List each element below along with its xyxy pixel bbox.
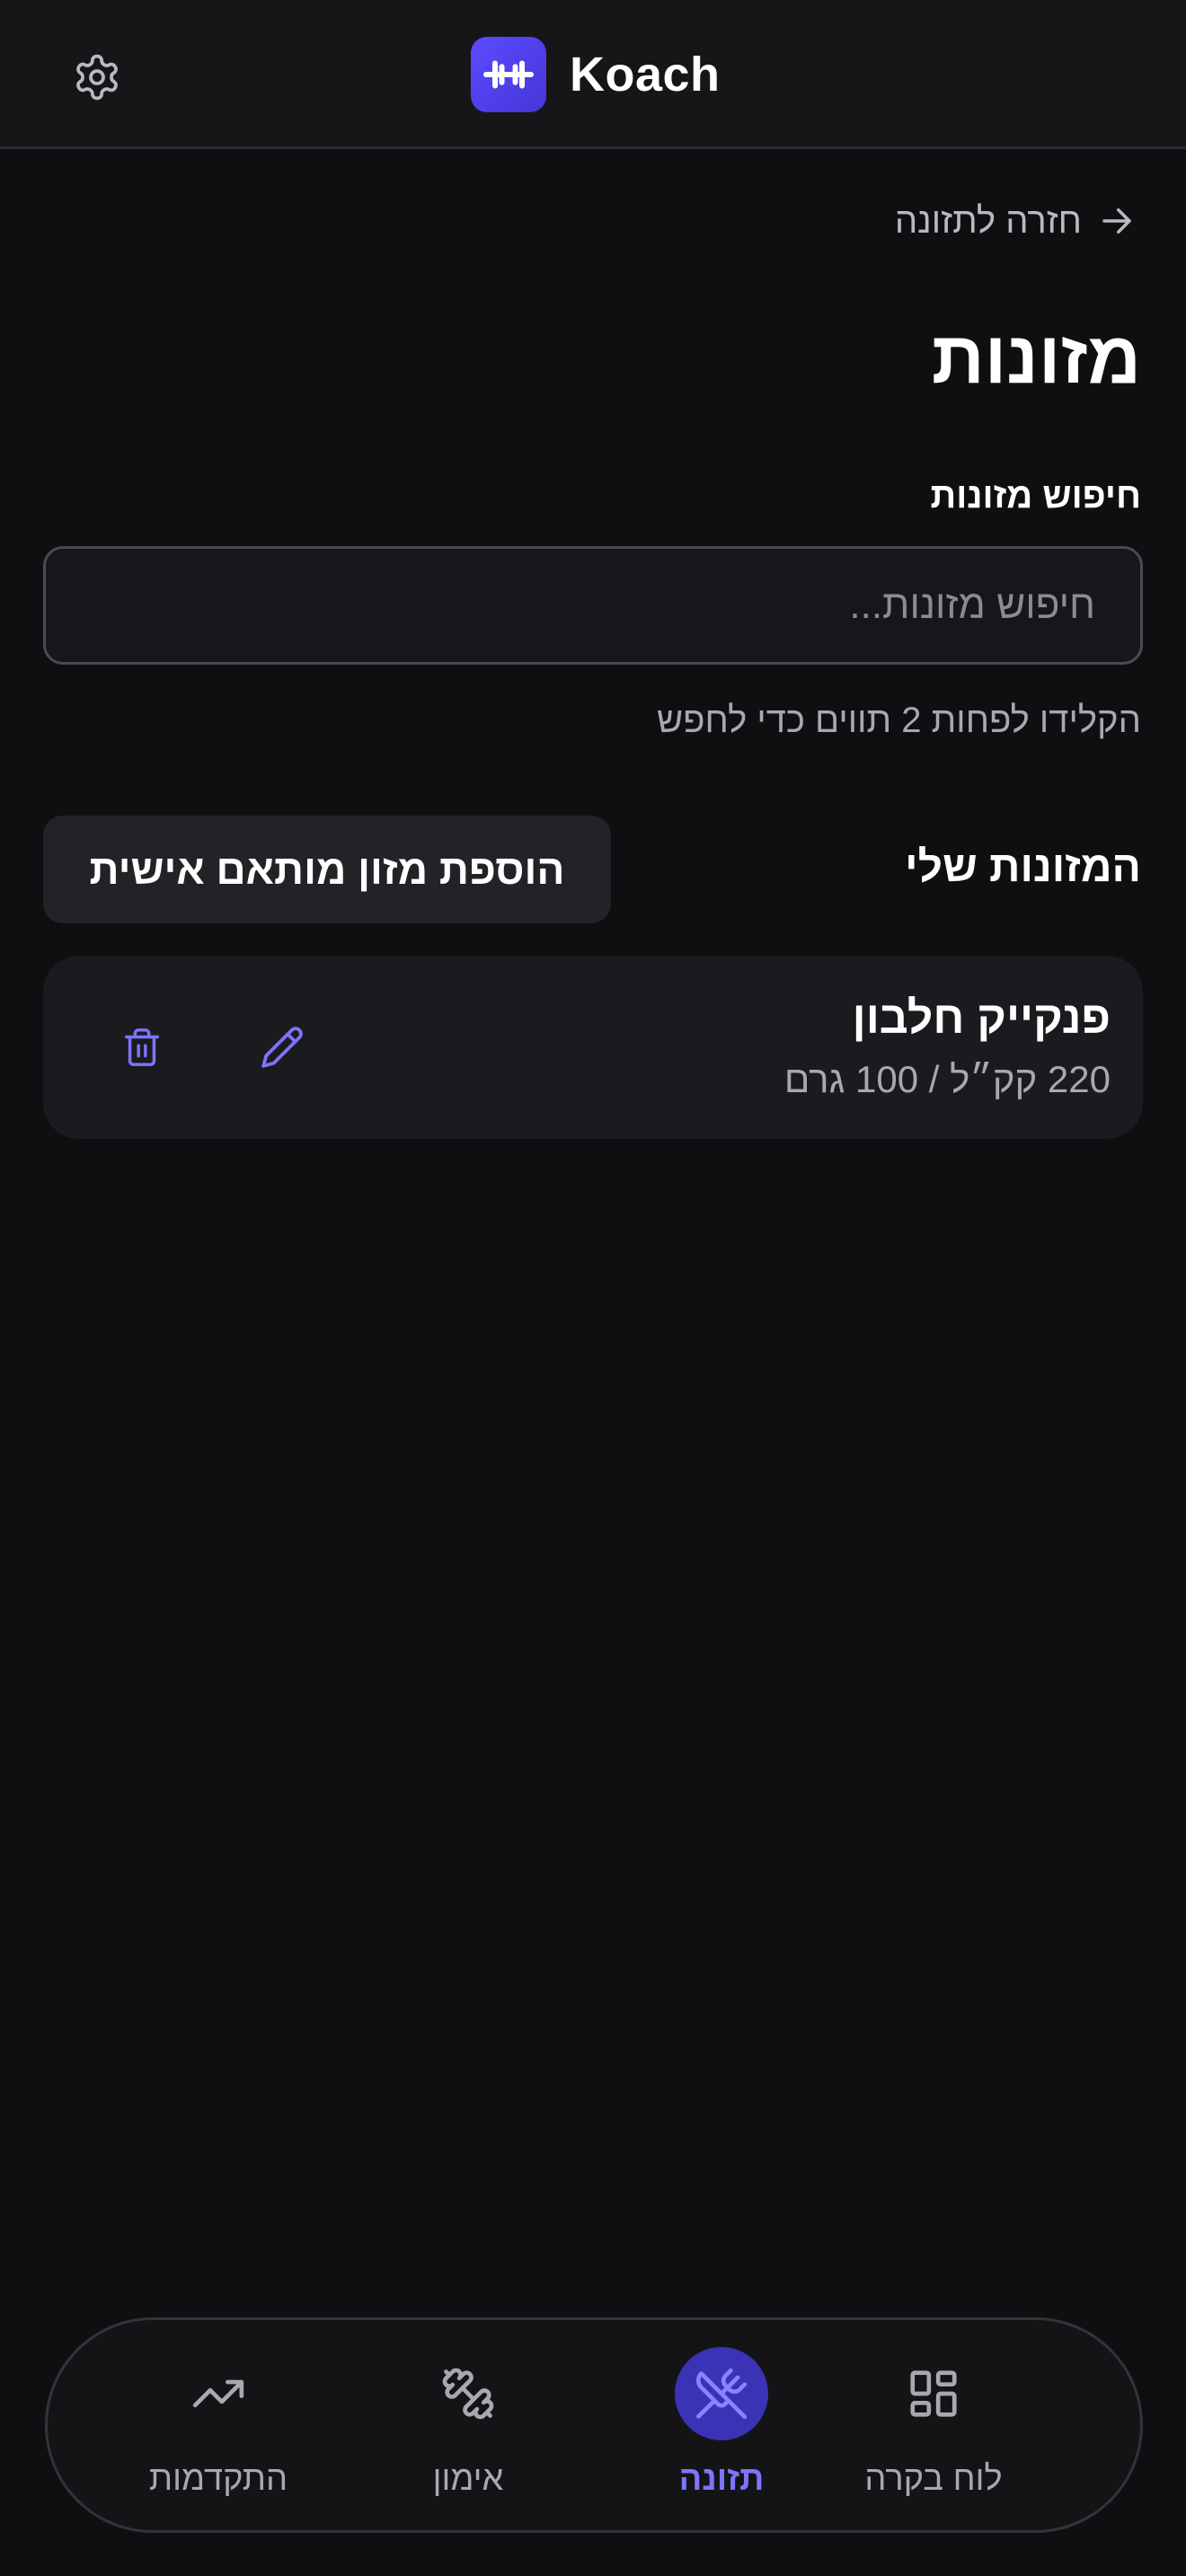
edit-food-button[interactable] <box>246 1011 318 1083</box>
bottom-nav: לוח בקרה תזונה אימון התקדמות <box>45 2317 1143 2533</box>
nav-label-dashboard: לוח בקרה <box>864 2460 1003 2498</box>
food-nutrition: 220 קק״ל / 100 גרם <box>783 1058 1111 1100</box>
back-to-nutrition-link[interactable]: חזרה לתזונה <box>895 196 1136 246</box>
my-foods-title: המזונות שלי <box>905 843 1141 891</box>
food-card[interactable]: פנקייק חלבון 220 קק״ל / 100 גרם <box>43 956 1143 1139</box>
nav-label-workout: אימון <box>432 2460 504 2498</box>
search-label: חיפוש מזונות <box>930 476 1142 516</box>
nav-item-dashboard[interactable]: לוח בקרה <box>835 2347 1032 2509</box>
brand[interactable]: Koach <box>471 36 721 113</box>
brand-logo <box>471 37 546 112</box>
food-name: פנקייק חלבון <box>852 992 1111 1043</box>
nav-label-nutrition: תזונה <box>678 2460 765 2498</box>
brand-name: Koach <box>570 48 721 101</box>
nav-icon-wrapper <box>887 2347 980 2440</box>
nav-icon-wrapper <box>172 2347 265 2440</box>
delete-food-button[interactable] <box>106 1011 178 1083</box>
trash-icon <box>125 1028 159 1066</box>
back-link-label: חזרה לתזונה <box>894 200 1082 241</box>
dumbbell-icon <box>442 2368 494 2420</box>
search-input[interactable] <box>43 546 1143 665</box>
nav-label-progress: התקדמות <box>148 2460 288 2498</box>
foods-page: Koach חזרה לתזונה מזונות חיפוש מזונות הק… <box>0 0 1186 2576</box>
arrow-right-icon <box>1102 208 1131 234</box>
nav-item-nutrition[interactable]: תזונה <box>623 2347 820 2509</box>
add-custom-food-button[interactable]: הוספת מזון מותאם אישית <box>43 816 611 923</box>
nav-item-progress[interactable]: התקדמות <box>119 2347 317 2509</box>
trending-up-icon <box>192 2379 244 2408</box>
settings-button[interactable] <box>65 45 129 110</box>
search-hint: הקלידו לפחות 2 תווים כדי לחפש <box>656 701 1141 740</box>
fork-knife-icon <box>696 2368 748 2420</box>
dumbbell-icon <box>483 60 534 89</box>
pencil-icon <box>261 1027 303 1068</box>
page-title: מזונות <box>931 317 1141 399</box>
app-header: Koach <box>0 0 1186 149</box>
gear-icon <box>76 54 118 101</box>
dashboard-grid-icon <box>910 2370 957 2417</box>
nav-icon-wrapper <box>421 2347 515 2440</box>
nav-item-workout[interactable]: אימון <box>369 2347 567 2509</box>
nav-icon-wrapper-active <box>675 2347 768 2440</box>
